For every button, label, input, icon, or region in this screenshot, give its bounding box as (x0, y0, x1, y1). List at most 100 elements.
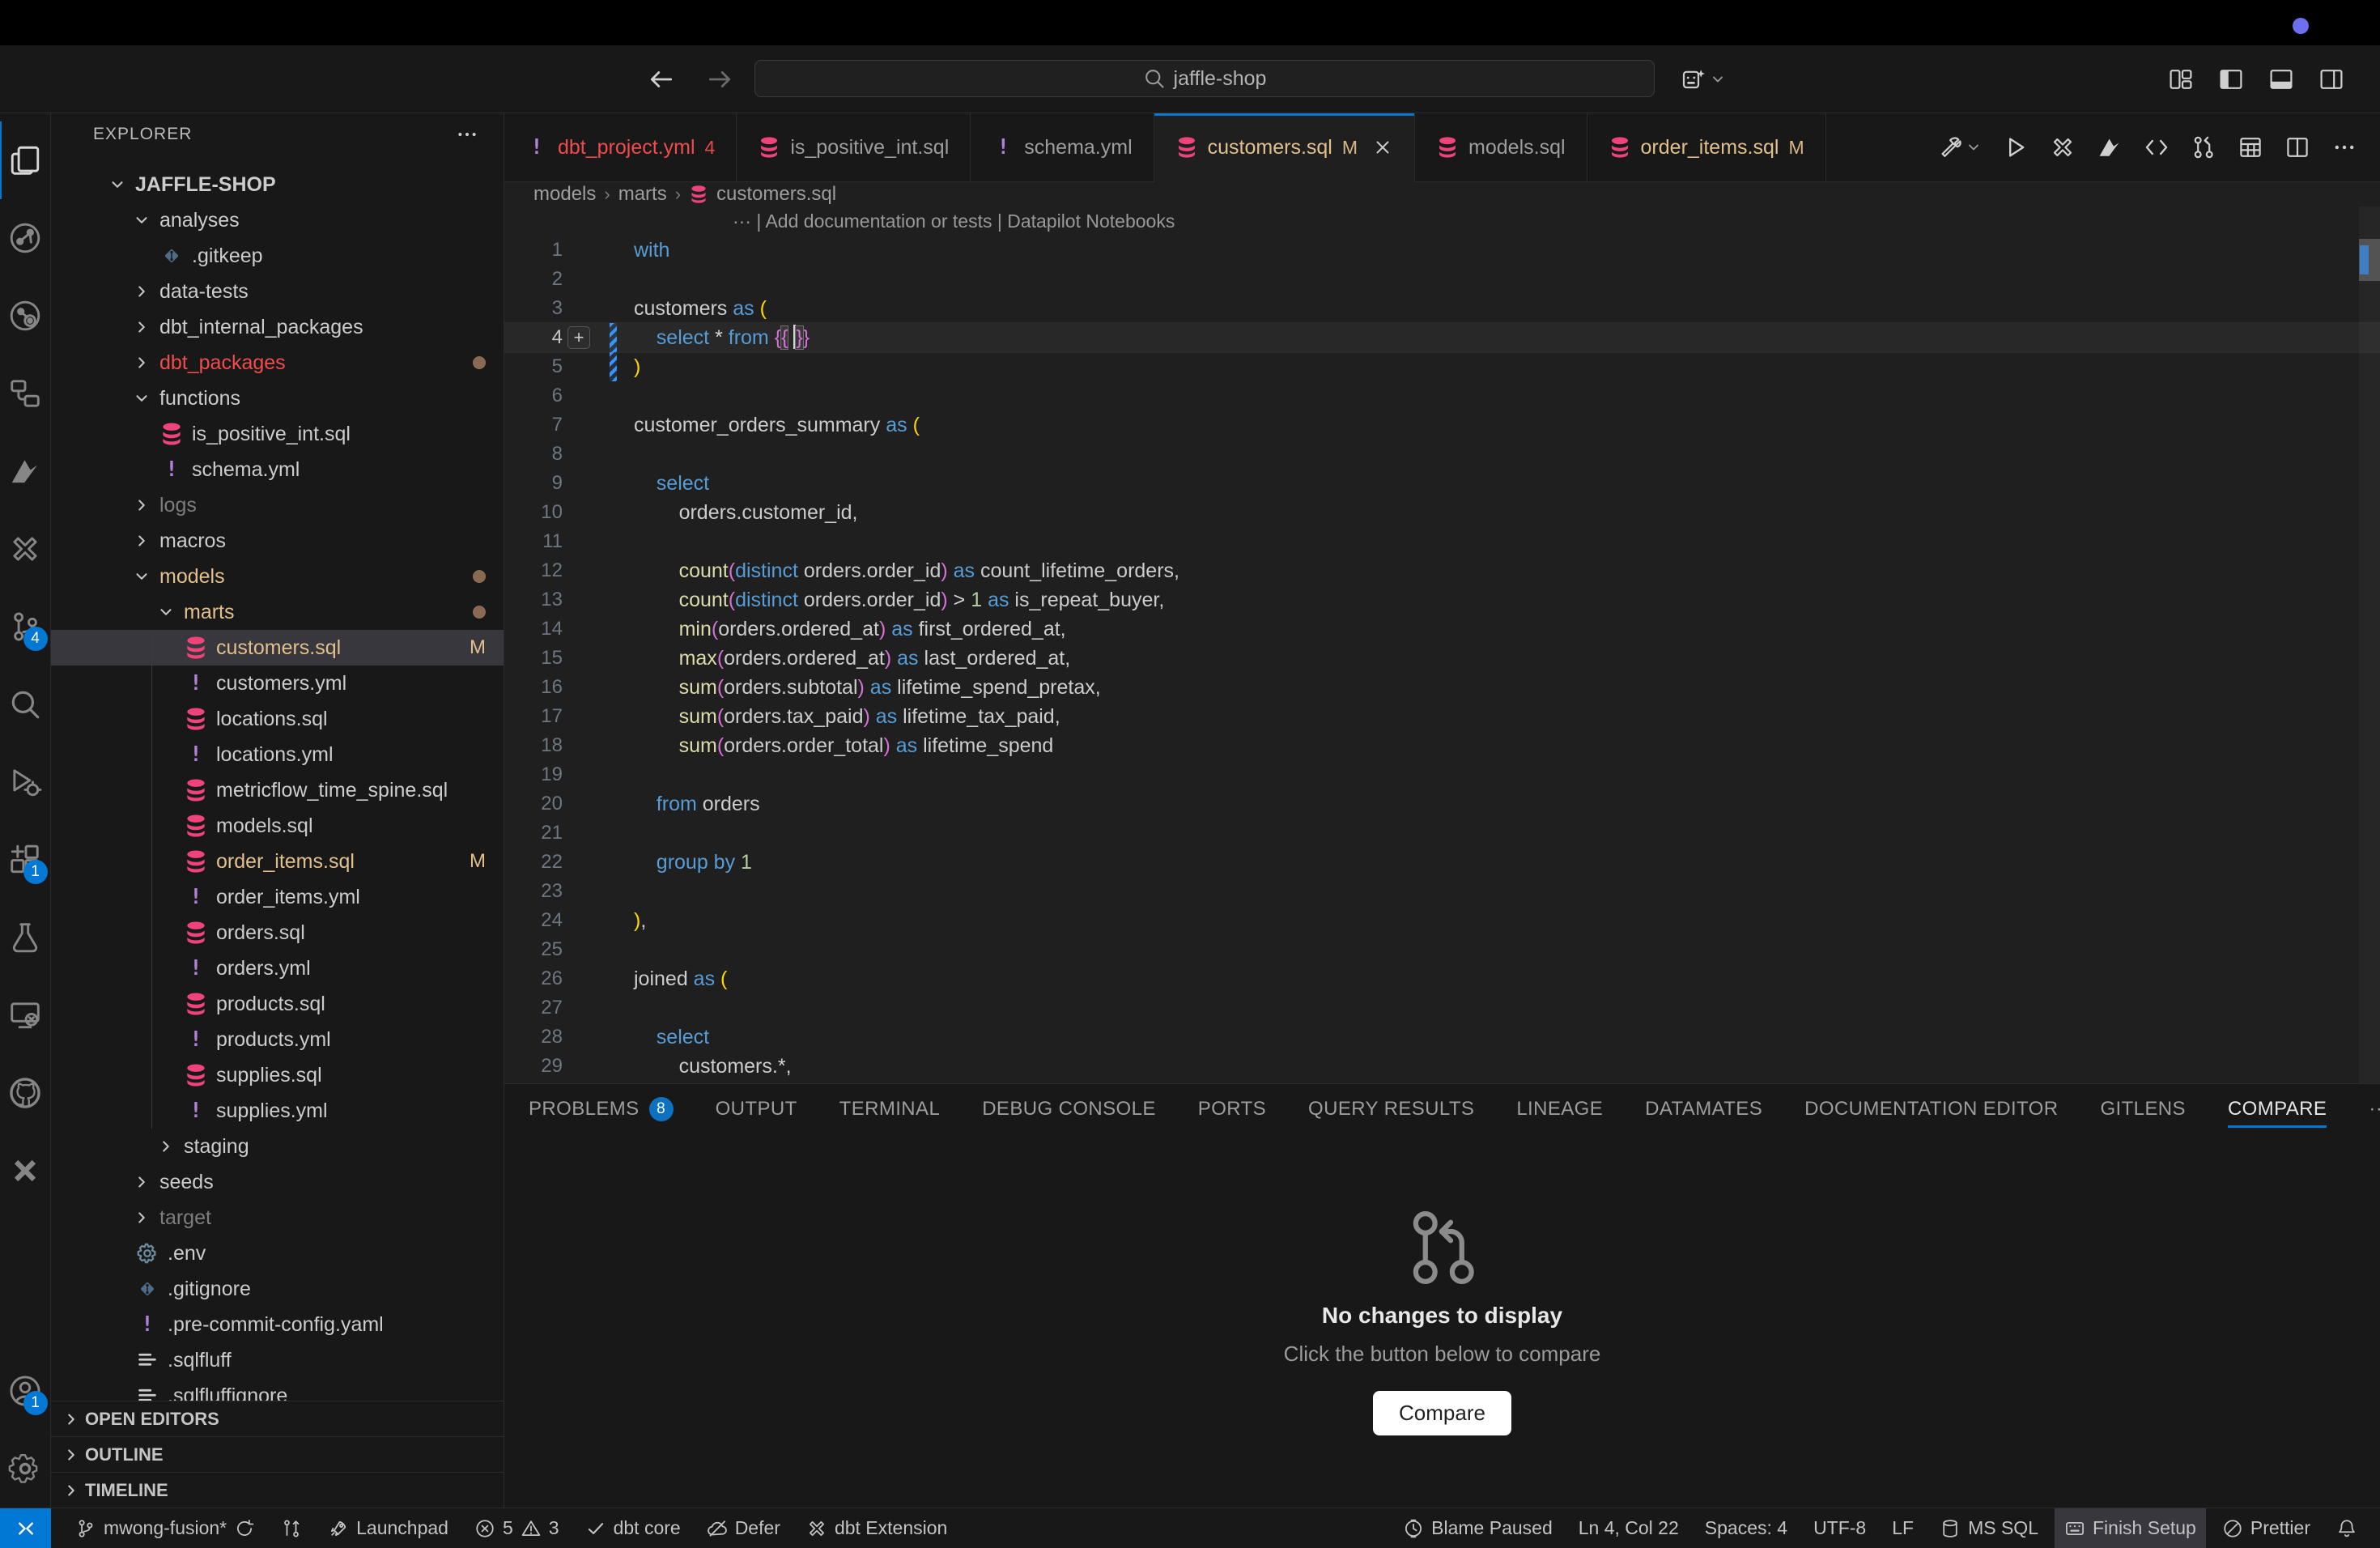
line-number[interactable]: 22 (504, 848, 563, 877)
breadcrumb-file[interactable]: customers.sql (716, 183, 836, 206)
panel-tab-gitlens[interactable]: GITLENS (2100, 1084, 2186, 1134)
line-number[interactable]: 5 (504, 352, 563, 381)
activity-item-remote-explorer[interactable] (0, 976, 51, 1054)
activity-item-dbt-power-user[interactable] (0, 510, 51, 588)
line-number[interactable]: 16 (504, 673, 563, 702)
tree-item-products.yml[interactable]: !products.yml (51, 1022, 504, 1057)
tree-item-.sqlfluff[interactable]: .sqlfluff (51, 1342, 504, 1378)
toggle-sidebar-icon[interactable] (2218, 66, 2244, 92)
status-item-language-mode[interactable]: MS SQL (1930, 1508, 2048, 1548)
line-number[interactable]: 10 (504, 498, 563, 527)
breadcrumb-item[interactable]: models (533, 183, 596, 206)
tree-item-analyses[interactable]: analyses (51, 202, 504, 238)
line-number[interactable]: 17 (504, 702, 563, 731)
line-number[interactable]: 19 (504, 760, 563, 789)
tree-item-seeds[interactable]: seeds (51, 1164, 504, 1200)
status-item-git-compare[interactable] (271, 1508, 312, 1548)
sidebar-section-timeline[interactable]: TIMELINE (51, 1472, 504, 1508)
activity-item-run-and-debug[interactable] (0, 743, 51, 821)
activity-item-github[interactable] (0, 1054, 51, 1132)
code-icon[interactable] (2144, 134, 2170, 160)
dbt-power-user-icon[interactable] (2050, 134, 2076, 160)
line-number[interactable]: 28 (504, 1023, 563, 1052)
panel-tab-terminal[interactable]: TERMINAL (839, 1084, 941, 1134)
toggle-secondary-sidebar-icon[interactable] (2318, 66, 2344, 92)
more-icon[interactable] (2331, 134, 2357, 160)
line-number[interactable]: 6 (504, 381, 563, 410)
tree-item-target[interactable]: target (51, 1200, 504, 1235)
status-item-finish-setup[interactable]: Finish Setup (2055, 1508, 2206, 1548)
close-icon[interactable] (1372, 137, 1393, 158)
line-number[interactable]: 21 (504, 819, 563, 848)
add-line-action-button[interactable]: + (567, 326, 590, 349)
activity-item-lineage[interactable] (0, 199, 51, 277)
tree-item-macros[interactable]: macros (51, 523, 504, 559)
status-item-blame[interactable]: Blame Paused (1393, 1508, 1562, 1548)
line-number[interactable]: 3 (504, 294, 563, 323)
activity-item-settings[interactable] (0, 1430, 51, 1508)
tree-item-metricflow_time_spine.sql[interactable]: metricflow_time_spine.sql (51, 772, 504, 808)
tree-item-orders.yml[interactable]: !orders.yml (51, 950, 504, 986)
panel-tab-lineage[interactable]: LINEAGE (1516, 1084, 1603, 1134)
tree-item-schema.yml[interactable]: !schema.yml (51, 452, 504, 487)
line-number[interactable]: 13 (504, 585, 563, 615)
line-number[interactable]: 8 (504, 440, 563, 469)
panel-tab-debug-console[interactable]: DEBUG CONSOLE (982, 1084, 1156, 1134)
remote-indicator[interactable] (0, 1508, 51, 1548)
run-icon[interactable] (2003, 134, 2029, 160)
panel-tab-problems[interactable]: PROBLEMS8 (529, 1084, 674, 1134)
panel-more-tabs[interactable]: ··· (2369, 1084, 2380, 1134)
status-item-dbt-core[interactable]: dbt core (576, 1508, 691, 1548)
activity-item-testing[interactable] (0, 899, 51, 976)
nav-back-button[interactable] (648, 66, 675, 93)
line-number[interactable]: 25 (504, 935, 563, 964)
status-item-launchpad[interactable]: Launchpad (318, 1508, 458, 1548)
code-editor[interactable]: ··· | Add documentation or tests | Datap… (504, 206, 2380, 1083)
panel-tab-documentation-editor[interactable]: DOCUMENTATION EDITOR (1804, 1084, 2058, 1134)
compare-button[interactable]: Compare (1373, 1391, 1511, 1435)
panel-tab-query-results[interactable]: QUERY RESULTS (1308, 1084, 1474, 1134)
tree-item-customers.sql[interactable]: customers.sqlM (51, 630, 504, 666)
status-item-prettier[interactable]: Prettier (2212, 1508, 2320, 1548)
editor-tab-dbt_project.yml[interactable]: !dbt_project.yml4 (504, 113, 737, 182)
status-item-cursor-position[interactable]: Ln 4, Col 22 (1569, 1508, 1689, 1548)
activity-item-extensions[interactable]: 1 (0, 821, 51, 899)
line-number[interactable]: 23 (504, 877, 563, 906)
tree-item-marts[interactable]: marts (51, 594, 504, 630)
tree-item-models.sql[interactable]: models.sql (51, 808, 504, 844)
customize-layout-icon[interactable] (2168, 66, 2194, 92)
tree-item-dbt_internal_packages[interactable]: dbt_internal_packages (51, 309, 504, 345)
tree-item-order_items.sql[interactable]: order_items.sqlM (51, 844, 504, 879)
line-number[interactable]: 9 (504, 469, 563, 498)
activity-item-flowchart[interactable] (0, 355, 51, 432)
line-number[interactable]: 29 (504, 1052, 563, 1081)
line-number[interactable]: 1 (504, 236, 563, 265)
status-item-notifications[interactable] (2327, 1508, 2367, 1548)
tree-item-products.sql[interactable]: products.sql (51, 986, 504, 1022)
editor-tab-schema.yml[interactable]: !schema.yml (971, 113, 1154, 182)
tree-item-.sqlfluffignore[interactable]: .sqlfluffignore (51, 1378, 504, 1401)
table-icon[interactable] (2238, 134, 2263, 160)
tree-item-.pre-commit-config.yaml[interactable]: !.pre-commit-config.yaml (51, 1307, 504, 1342)
line-number[interactable]: 15 (504, 644, 563, 673)
line-number[interactable]: 20 (504, 789, 563, 819)
editor-tab-is_positive_int.sql[interactable]: is_positive_int.sql (737, 113, 971, 182)
line-number[interactable]: 4 (504, 323, 563, 352)
activity-item-accounts[interactable]: 1 (0, 1352, 51, 1430)
tree-item-.env[interactable]: .env (51, 1235, 504, 1271)
panel-tab-ports[interactable]: PORTS (1198, 1084, 1266, 1134)
nav-forward-button[interactable] (706, 66, 733, 93)
sidebar-section-open-editors[interactable]: OPEN EDITORS (51, 1401, 504, 1436)
activity-item-dbt[interactable] (0, 432, 51, 510)
more-actions-icon[interactable] (455, 122, 479, 147)
build-menu-button[interactable] (1938, 134, 1982, 160)
panel-tab-datamates[interactable]: DATAMATES (1645, 1084, 1762, 1134)
command-center-search[interactable]: jaffle-shop (754, 60, 1655, 97)
tree-item-.gitkeep[interactable]: .gitkeep (51, 238, 504, 274)
tree-item-data-tests[interactable]: data-tests (51, 274, 504, 309)
activity-item-dbt-power-user-alt[interactable] (0, 1132, 51, 1210)
tree-item-supplies.yml[interactable]: !supplies.yml (51, 1093, 504, 1129)
line-number[interactable]: 12 (504, 556, 563, 585)
line-number[interactable]: 27 (504, 993, 563, 1023)
breadcrumb[interactable]: models›marts›customers.sql (504, 182, 2380, 206)
